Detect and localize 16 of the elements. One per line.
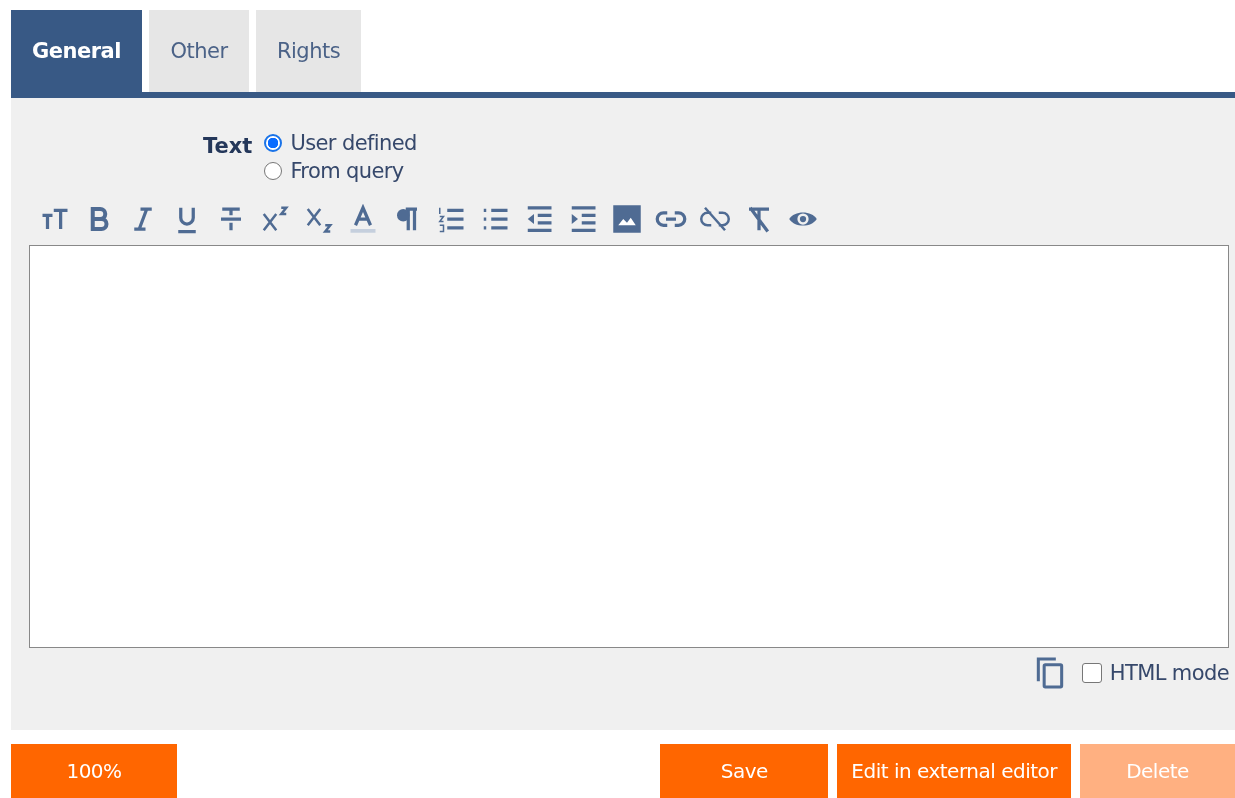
unlink-icon[interactable] (698, 204, 732, 234)
radio-button[interactable] (264, 162, 283, 180)
tab[interactable]: General (11, 10, 142, 92)
field-label: Text (203, 134, 253, 160)
checkbox-label[interactable]: HTML mode (1109, 661, 1229, 685)
tab[interactable]: Rights (256, 10, 361, 92)
radio-label[interactable]: From query (290, 159, 404, 183)
image-icon[interactable] (610, 204, 644, 234)
checkbox[interactable] (1081, 663, 1102, 683)
copy-icon[interactable] (1035, 656, 1064, 690)
zoom-button[interactable]: 100% (11, 744, 177, 798)
action-button[interactable]: Edit in external editor (837, 744, 1071, 798)
tab[interactable]: Other (149, 10, 249, 92)
radio-button[interactable] (264, 134, 283, 152)
radio-label[interactable]: User defined (290, 131, 417, 155)
action-button[interactable]: Save (660, 744, 829, 798)
